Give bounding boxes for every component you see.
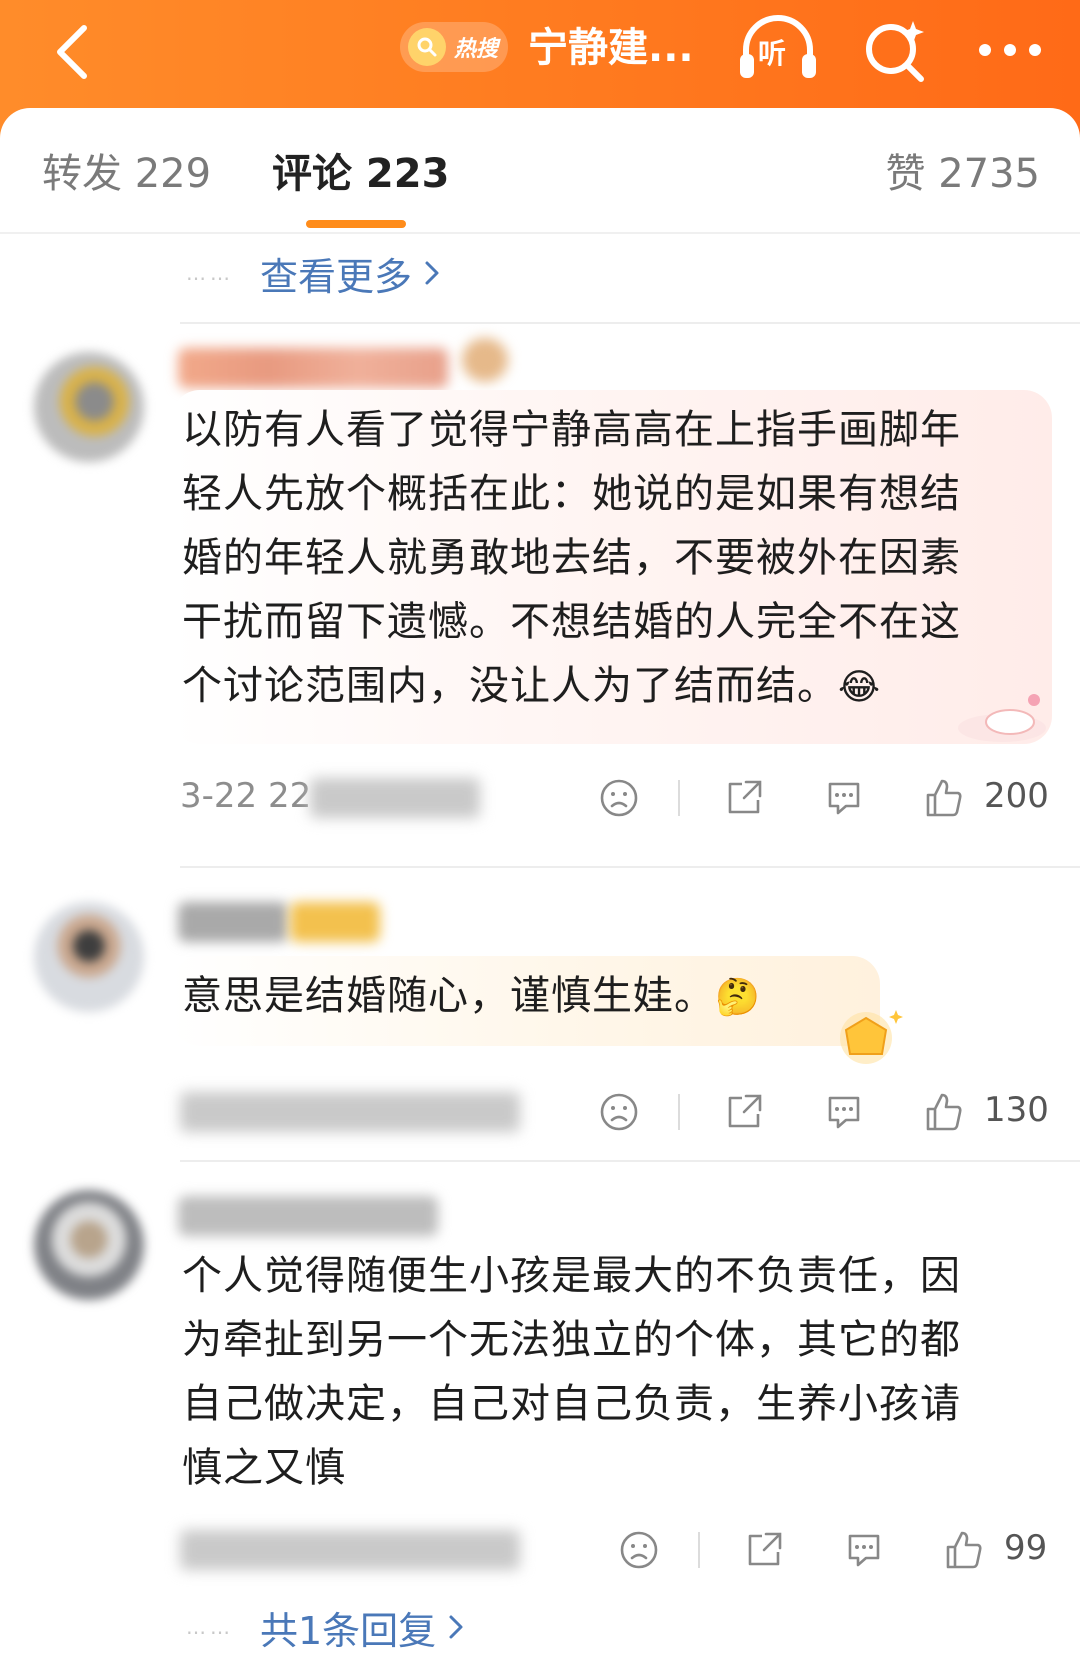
- comment-line: 个讨论范围内，没让人为了结而结。: [182, 663, 838, 709]
- comment-text[interactable]: 以防有人看了觉得宁静高高在上指手画脚年 轻人先放个概括在此：她说的是如果有想结 …: [182, 398, 1032, 720]
- comment-line: 慎之又慎: [182, 1445, 346, 1491]
- sad-face-icon: [600, 779, 638, 817]
- gold-gem-badge-icon: [840, 1010, 903, 1064]
- chevron-right-icon: [425, 261, 439, 285]
- comment-item: 个人觉得随便生小孩是最大的不负责任，因 为牵扯到另一个无法独立的个体，其它的都 …: [0, 1176, 1080, 1596]
- comment-line: 个人觉得随便生小孩是最大的不负责任，因: [182, 1253, 961, 1299]
- user-badge-icon: [462, 338, 508, 382]
- comment-line: 轻人先放个概括在此：她说的是如果有想结: [182, 471, 961, 517]
- see-more-link[interactable]: …… 查看更多: [186, 238, 440, 308]
- comment-line: 为牵扯到另一个无法独立的个体，其它的都: [182, 1317, 961, 1363]
- avatar[interactable]: [34, 352, 144, 462]
- dislike-button[interactable]: [593, 1086, 645, 1138]
- comment-meta: 130: [180, 1082, 1050, 1142]
- listen-label: 听: [758, 37, 787, 70]
- avatar[interactable]: [34, 902, 144, 1012]
- comment-meta: 3-22 22 200: [180, 768, 1050, 828]
- comment-line: 以防有人看了觉得宁静高高在上指手画脚年: [182, 407, 961, 453]
- avatar[interactable]: [34, 1190, 144, 1300]
- more-dots-icon: [979, 44, 1041, 56]
- comment-bubble: 个人觉得随便生小孩是最大的不负责任，因 为牵扯到另一个无法独立的个体，其它的都 …: [172, 1236, 1062, 1492]
- reply-button[interactable]: [818, 772, 870, 824]
- tab-likes[interactable]: 赞 2735: [885, 146, 1040, 202]
- share-icon: [728, 780, 762, 814]
- thinking-emoji-icon: 🤔: [715, 977, 761, 1018]
- comment-text[interactable]: 意思是结婚随心，谨慎生娃。🤔: [182, 964, 860, 1030]
- comment-item: 以防有人看了觉得宁静高高在上指手画脚年 轻人先放个概括在此：她说的是如果有想结 …: [0, 330, 1080, 830]
- username-redacted[interactable]: [178, 348, 448, 388]
- comment-item: 意思是结婚随心，谨慎生娃。🤔 130: [0, 880, 1080, 1180]
- back-chevron-icon: [57, 25, 87, 79]
- comment-line: 干扰而留下遗憾。不想结婚的人完全不在这: [182, 599, 961, 645]
- share-icon: [748, 1532, 782, 1566]
- separator: [678, 780, 680, 816]
- more-button[interactable]: [960, 10, 1060, 90]
- chevron-right-icon: [449, 1615, 463, 1639]
- sad-face-icon: [600, 1093, 638, 1131]
- comment-line: 婚的年轻人就勇敢地去结，不要被外在因素: [182, 535, 961, 581]
- share-button[interactable]: [718, 772, 770, 824]
- comment-bubble-icon: [848, 1534, 880, 1567]
- hot-search-label: 热搜: [454, 37, 499, 62]
- user-badge-icon: [290, 902, 380, 942]
- cat-sticker-icon: [958, 694, 1046, 742]
- like-count: 130: [984, 1090, 1049, 1130]
- timestamp: 3-22 22: [180, 776, 312, 816]
- comment-bubble: 以防有人看了觉得宁静高高在上指手画脚年 轻人先放个概括在此：她说的是如果有想结 …: [172, 390, 1052, 744]
- view-replies-label: 共1条回复: [260, 1608, 437, 1653]
- timestamp-redacted: [180, 1530, 520, 1570]
- comment-line: 意思是结婚随心，谨慎生娃。: [182, 973, 715, 1019]
- comment-line: 自己做决定，自己对自己负责，生养小孩请: [182, 1381, 961, 1427]
- tab-bar: 转发 229 评论 223 赞 2735: [0, 108, 1080, 234]
- divider: [180, 866, 1080, 868]
- share-button[interactable]: [718, 1086, 770, 1138]
- dislike-button[interactable]: [613, 1524, 665, 1576]
- reply-button[interactable]: [838, 1524, 890, 1576]
- back-button[interactable]: [32, 12, 112, 92]
- tab-reposts[interactable]: 转发 229: [42, 146, 211, 202]
- view-replies-link[interactable]: …… 共1条回复: [186, 1592, 464, 1662]
- timestamp-redacted: [180, 1092, 520, 1132]
- like-button[interactable]: [938, 1524, 990, 1576]
- divider: [180, 322, 1080, 324]
- share-icon: [728, 1094, 762, 1128]
- separator: [698, 1532, 700, 1568]
- tab-comments[interactable]: 评论 223: [272, 146, 449, 202]
- reply-button[interactable]: [818, 1086, 870, 1138]
- comment-bubble-icon: [828, 782, 860, 815]
- share-button[interactable]: [738, 1524, 790, 1576]
- like-count: 200: [984, 776, 1049, 816]
- thumbs-up-icon: [926, 779, 962, 817]
- like-count: 99: [1004, 1528, 1048, 1568]
- username-redacted[interactable]: [178, 1196, 438, 1236]
- separator: [678, 1094, 680, 1130]
- dotted-line: ……: [186, 1615, 234, 1639]
- comment-bubble-icon: [828, 1096, 860, 1129]
- location-redacted: [310, 778, 480, 818]
- hot-search-badge[interactable]: 热搜: [400, 22, 508, 72]
- dislike-button[interactable]: [593, 772, 645, 824]
- dotted-line: ……: [186, 261, 234, 285]
- comment-meta: 99: [180, 1520, 1060, 1580]
- comment-text[interactable]: 个人觉得随便生小孩是最大的不负责任，因 为牵扯到另一个无法独立的个体，其它的都 …: [182, 1244, 1042, 1500]
- like-button[interactable]: [918, 772, 970, 824]
- search-icon: [408, 28, 446, 66]
- laughing-emoji-icon: 😂: [838, 667, 882, 708]
- sad-face-icon: [620, 1531, 658, 1569]
- thumbs-up-icon: [946, 1531, 982, 1569]
- like-button[interactable]: [918, 1086, 970, 1138]
- active-tab-indicator: [306, 220, 406, 228]
- ai-search-icon: [866, 21, 924, 82]
- ai-search-button[interactable]: [856, 10, 936, 90]
- thumbs-up-icon: [926, 1093, 962, 1131]
- comment-bubble: 意思是结婚随心，谨慎生娃。🤔: [172, 956, 880, 1046]
- username-redacted[interactable]: [178, 902, 288, 942]
- divider: [180, 1160, 1080, 1162]
- listen-button[interactable]: 听: [736, 10, 820, 86]
- see-more-label: 查看更多: [260, 254, 413, 299]
- page-title: 宁静建...: [528, 25, 694, 71]
